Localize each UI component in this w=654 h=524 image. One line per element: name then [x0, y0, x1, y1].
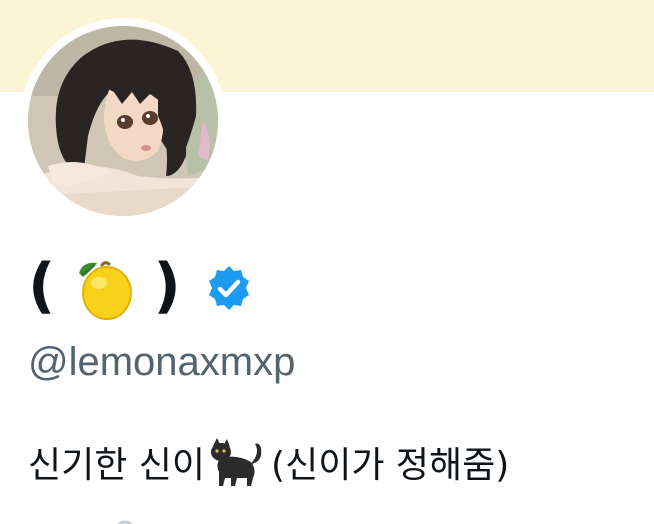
name-close-paren: ): [153, 251, 181, 321]
profile-bio: 신기한 신이 (신이가 정해줌): [28, 434, 509, 490]
avatar-border: [20, 18, 226, 224]
display-name: ( ): [28, 250, 253, 326]
avatar[interactable]: [28, 26, 218, 216]
lemon-emoji-icon: [79, 261, 133, 320]
black-cat-emoji-icon: [211, 438, 262, 486]
anime-girl-avatar-icon: [28, 26, 218, 216]
name-open-paren: (: [28, 251, 56, 321]
bio-text-start: 신기한 신이: [28, 445, 206, 486]
verified-badge-icon[interactable]: [205, 264, 253, 312]
username-handle: @lemonaxmxp: [28, 340, 296, 384]
bio-text-end: (신이가 정해줌): [271, 445, 510, 486]
location-icon: [112, 512, 138, 524]
